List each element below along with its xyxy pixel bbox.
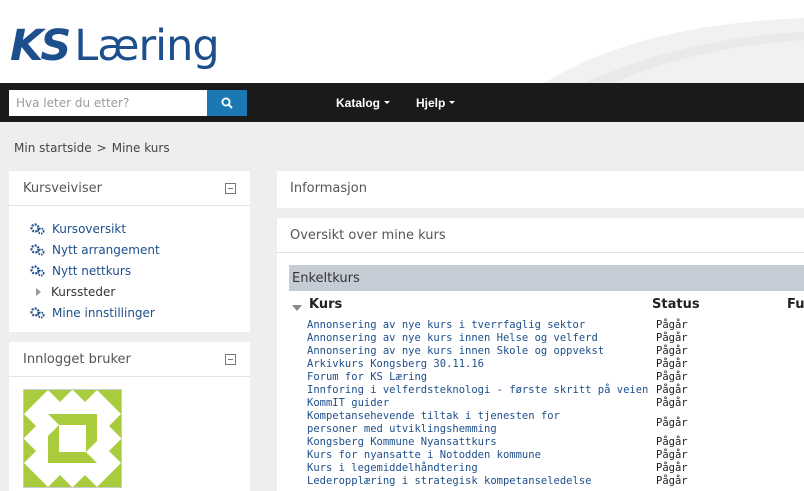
course-status: Pågår: [656, 416, 688, 429]
course-status: Pågår: [656, 345, 688, 357]
kursveiviser-item-kursoversikt[interactable]: Kursoversikt: [30, 218, 250, 239]
kursveiviser-item-label: Kurssteder: [51, 284, 116, 299]
course-table: Annonsering av nye kurs i tverrfaglig se…: [307, 319, 727, 488]
course-link[interactable]: Lederopplæring i strategisk kompetansele…: [307, 475, 656, 488]
gears-icon: [30, 306, 45, 318]
course-status: Pågår: [656, 449, 688, 461]
expand-triangle-icon[interactable]: [36, 287, 41, 296]
table-row: Innforing i velferdsteknologi - første s…: [307, 384, 727, 397]
course-link[interactable]: Annonsering av nye kurs innen Helse og v…: [307, 332, 656, 345]
course-status: Pågår: [656, 371, 688, 383]
kursveiviser-item-label: Kursoversikt: [52, 221, 127, 236]
course-status: Pågår: [656, 319, 688, 331]
kursveiviser-list: Kursoversikt Nytt arrangement Nytt nettk…: [9, 206, 250, 323]
column-header-kurs[interactable]: Kurs: [309, 297, 342, 312]
header-swoosh-decoration: [544, 18, 804, 83]
kursveiviser-item-nytt-nettkurs[interactable]: Nytt nettkurs: [30, 260, 250, 281]
table-row: Arkivkurs Kongsberg 30.11.16 Pågår: [307, 358, 727, 371]
enkeltkurs-section-header: Enkeltkurs: [289, 265, 804, 291]
column-header-fu[interactable]: Fu: [787, 297, 804, 312]
innlogget-title: Innlogget bruker: [23, 351, 131, 367]
table-row: KommIT guider Pågår: [307, 397, 727, 410]
table-row: Kongsberg Kommune Nyansattkurs Pågår: [307, 436, 727, 449]
course-status: Pågår: [656, 384, 688, 396]
table-row: Lederopplæring i strategisk kompetansele…: [307, 475, 727, 488]
informasjon-block: Informasjon: [277, 171, 804, 208]
search-button[interactable]: [207, 90, 247, 116]
gears-icon: [30, 222, 45, 234]
course-link[interactable]: Innforing i velferdsteknologi - første s…: [307, 384, 656, 397]
course-link[interactable]: Kongsberg Kommune Nyansattkurs: [307, 436, 656, 449]
top-banner: KS Læring: [0, 0, 804, 83]
course-link[interactable]: Annonsering av nye kurs innen Skole og o…: [307, 345, 656, 358]
breadcrumb: Min startside > Mine kurs: [14, 141, 170, 155]
navbar: Katalog Hjelp: [0, 83, 804, 122]
table-row: Kompetansehevende tiltak i tjenesten for…: [307, 410, 727, 436]
avatar-pattern-image: [24, 390, 121, 487]
course-link[interactable]: Kompetansehevende tiltak i tjenesten for…: [307, 410, 607, 436]
nav-katalog-menu[interactable]: Katalog: [336, 83, 391, 122]
course-link[interactable]: Kurs i legemiddelhåndtering: [307, 462, 656, 475]
kursveiviser-item-label: Nytt arrangement: [52, 242, 160, 257]
kursveiviser-item-label: Mine innstillinger: [52, 305, 155, 320]
search-input[interactable]: [9, 90, 207, 116]
table-row: Kurs for nyansatte i Notodden kommune På…: [307, 449, 727, 462]
course-status: Pågår: [656, 436, 688, 448]
chevron-down-icon: [449, 101, 456, 104]
course-status: Pågår: [656, 462, 688, 474]
informasjon-title: Informasjon: [290, 181, 367, 196]
course-status: Pågår: [656, 397, 688, 409]
breadcrumb-current: Mine kurs: [111, 141, 170, 155]
course-link[interactable]: Kurs for nyansatte i Notodden kommune: [307, 449, 656, 462]
course-status: Pågår: [656, 475, 688, 487]
course-link[interactable]: Forum for KS Læring: [307, 371, 656, 384]
nav-hjelp-menu[interactable]: Hjelp: [416, 83, 456, 122]
table-row: Annonsering av nye kurs innen Skole og o…: [307, 345, 727, 358]
kursveiviser-title: Kursveiviser: [23, 180, 102, 196]
table-row: Annonsering av nye kurs innen Helse og v…: [307, 332, 727, 345]
kursveiviser-item-mine-innstillinger[interactable]: Mine innstillinger: [30, 302, 250, 323]
table-row: Kurs i legemiddelhåndtering Pågår: [307, 462, 727, 475]
enkeltkurs-title: Enkeltkurs: [292, 270, 360, 286]
table-row: Forum for KS Læring Pågår: [307, 371, 727, 384]
kursveiviser-item-label: Nytt nettkurs: [52, 263, 132, 278]
ks-laering-logo[interactable]: KS Læring: [10, 8, 220, 71]
table-row: Annonsering av nye kurs i tverrfaglig se…: [307, 319, 727, 332]
avatar[interactable]: [23, 389, 122, 488]
oversikt-title: Oversikt over mine kurs: [277, 218, 804, 253]
innlogget-header: Innlogget bruker: [9, 342, 250, 377]
gears-icon: [30, 264, 45, 276]
logo-laering: Læring: [74, 21, 219, 71]
logo-ks: KS: [10, 21, 71, 71]
gears-icon: [30, 243, 45, 255]
kursveiviser-item-nytt-arrangement[interactable]: Nytt arrangement: [30, 239, 250, 260]
collapse-icon[interactable]: [225, 182, 236, 194]
course-link[interactable]: Annonsering av nye kurs i tverrfaglig se…: [307, 319, 656, 332]
nav-hjelp-label: Hjelp: [416, 95, 446, 110]
search-icon: [221, 97, 233, 109]
breadcrumb-separator: >: [96, 141, 107, 155]
kursveiviser-block: Kursveiviser Kursoversikt Nytt arrangeme…: [9, 171, 250, 332]
sort-arrow-down-icon[interactable]: [292, 305, 302, 311]
course-status: Pågår: [656, 358, 688, 370]
kursveiviser-item-kurssteder[interactable]: Kurssteder: [30, 281, 250, 302]
nav-katalog-label: Katalog: [336, 95, 381, 110]
course-link[interactable]: Arkivkurs Kongsberg 30.11.16: [307, 358, 656, 371]
column-header-status[interactable]: Status: [652, 297, 700, 312]
innlogget-bruker-block: Innlogget bruker: [9, 342, 250, 491]
chevron-down-icon: [384, 101, 391, 104]
kursveiviser-header: Kursveiviser: [9, 171, 250, 206]
course-status: Pågår: [656, 332, 688, 344]
collapse-icon[interactable]: [225, 353, 236, 365]
breadcrumb-home-link[interactable]: Min startside: [14, 141, 92, 155]
course-link[interactable]: KommIT guider: [307, 397, 656, 410]
